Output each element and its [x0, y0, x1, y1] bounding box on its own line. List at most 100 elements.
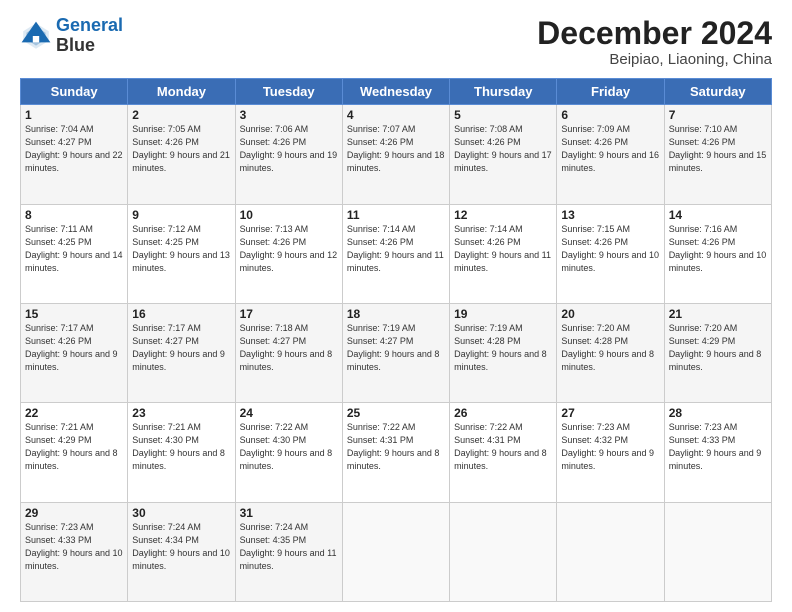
- day-number: 26: [454, 406, 552, 420]
- day-number: 5: [454, 108, 552, 122]
- day-info: Sunrise: 7:08 AMSunset: 4:26 PMDaylight:…: [454, 123, 552, 175]
- day-number: 24: [240, 406, 338, 420]
- calendar-cell: [342, 502, 449, 601]
- calendar-week-row: 15Sunrise: 7:17 AMSunset: 4:26 PMDayligh…: [21, 303, 772, 402]
- calendar-cell: 9Sunrise: 7:12 AMSunset: 4:25 PMDaylight…: [128, 204, 235, 303]
- page-subtitle: Beipiao, Liaoning, China: [537, 51, 772, 68]
- day-number: 14: [669, 208, 767, 222]
- calendar-cell: 29Sunrise: 7:23 AMSunset: 4:33 PMDayligh…: [21, 502, 128, 601]
- weekday-header: Sunday: [21, 79, 128, 105]
- day-info: Sunrise: 7:15 AMSunset: 4:26 PMDaylight:…: [561, 223, 659, 275]
- day-info: Sunrise: 7:16 AMSunset: 4:26 PMDaylight:…: [669, 223, 767, 275]
- calendar-header-row: SundayMondayTuesdayWednesdayThursdayFrid…: [21, 79, 772, 105]
- day-info: Sunrise: 7:19 AMSunset: 4:27 PMDaylight:…: [347, 322, 445, 374]
- calendar-cell: 30Sunrise: 7:24 AMSunset: 4:34 PMDayligh…: [128, 502, 235, 601]
- calendar-cell: 2Sunrise: 7:05 AMSunset: 4:26 PMDaylight…: [128, 105, 235, 204]
- day-info: Sunrise: 7:12 AMSunset: 4:25 PMDaylight:…: [132, 223, 230, 275]
- calendar-cell: 8Sunrise: 7:11 AMSunset: 4:25 PMDaylight…: [21, 204, 128, 303]
- page: General Blue December 2024 Beipiao, Liao…: [0, 0, 792, 612]
- calendar-cell: 28Sunrise: 7:23 AMSunset: 4:33 PMDayligh…: [664, 403, 771, 502]
- calendar-week-row: 8Sunrise: 7:11 AMSunset: 4:25 PMDaylight…: [21, 204, 772, 303]
- day-number: 7: [669, 108, 767, 122]
- page-title: December 2024: [537, 16, 772, 51]
- calendar-cell: 26Sunrise: 7:22 AMSunset: 4:31 PMDayligh…: [450, 403, 557, 502]
- weekday-header: Wednesday: [342, 79, 449, 105]
- calendar-week-row: 22Sunrise: 7:21 AMSunset: 4:29 PMDayligh…: [21, 403, 772, 502]
- day-number: 17: [240, 307, 338, 321]
- day-info: Sunrise: 7:11 AMSunset: 4:25 PMDaylight:…: [25, 223, 123, 275]
- calendar-cell: 11Sunrise: 7:14 AMSunset: 4:26 PMDayligh…: [342, 204, 449, 303]
- day-number: 1: [25, 108, 123, 122]
- day-info: Sunrise: 7:05 AMSunset: 4:26 PMDaylight:…: [132, 123, 230, 175]
- day-info: Sunrise: 7:23 AMSunset: 4:33 PMDaylight:…: [25, 521, 123, 573]
- calendar-cell: 10Sunrise: 7:13 AMSunset: 4:26 PMDayligh…: [235, 204, 342, 303]
- calendar-cell: 1Sunrise: 7:04 AMSunset: 4:27 PMDaylight…: [21, 105, 128, 204]
- calendar-cell: 12Sunrise: 7:14 AMSunset: 4:26 PMDayligh…: [450, 204, 557, 303]
- calendar-cell: 17Sunrise: 7:18 AMSunset: 4:27 PMDayligh…: [235, 303, 342, 402]
- day-number: 29: [25, 506, 123, 520]
- weekday-header: Friday: [557, 79, 664, 105]
- day-number: 22: [25, 406, 123, 420]
- day-number: 27: [561, 406, 659, 420]
- day-number: 19: [454, 307, 552, 321]
- weekday-header: Tuesday: [235, 79, 342, 105]
- day-info: Sunrise: 7:19 AMSunset: 4:28 PMDaylight:…: [454, 322, 552, 374]
- day-number: 4: [347, 108, 445, 122]
- day-number: 9: [132, 208, 230, 222]
- day-number: 20: [561, 307, 659, 321]
- logo-line2: Blue: [56, 36, 123, 56]
- calendar-cell: 5Sunrise: 7:08 AMSunset: 4:26 PMDaylight…: [450, 105, 557, 204]
- day-info: Sunrise: 7:09 AMSunset: 4:26 PMDaylight:…: [561, 123, 659, 175]
- day-info: Sunrise: 7:17 AMSunset: 4:27 PMDaylight:…: [132, 322, 230, 374]
- day-number: 28: [669, 406, 767, 420]
- day-info: Sunrise: 7:07 AMSunset: 4:26 PMDaylight:…: [347, 123, 445, 175]
- day-info: Sunrise: 7:21 AMSunset: 4:29 PMDaylight:…: [25, 421, 123, 473]
- weekday-header: Thursday: [450, 79, 557, 105]
- day-number: 18: [347, 307, 445, 321]
- day-info: Sunrise: 7:23 AMSunset: 4:33 PMDaylight:…: [669, 421, 767, 473]
- day-number: 25: [347, 406, 445, 420]
- day-info: Sunrise: 7:21 AMSunset: 4:30 PMDaylight:…: [132, 421, 230, 473]
- calendar-cell: [557, 502, 664, 601]
- day-info: Sunrise: 7:23 AMSunset: 4:32 PMDaylight:…: [561, 421, 659, 473]
- calendar-week-row: 29Sunrise: 7:23 AMSunset: 4:33 PMDayligh…: [21, 502, 772, 601]
- calendar-cell: 21Sunrise: 7:20 AMSunset: 4:29 PMDayligh…: [664, 303, 771, 402]
- day-info: Sunrise: 7:18 AMSunset: 4:27 PMDaylight:…: [240, 322, 338, 374]
- calendar-cell: 6Sunrise: 7:09 AMSunset: 4:26 PMDaylight…: [557, 105, 664, 204]
- calendar-table: SundayMondayTuesdayWednesdayThursdayFrid…: [20, 78, 772, 602]
- day-info: Sunrise: 7:04 AMSunset: 4:27 PMDaylight:…: [25, 123, 123, 175]
- day-info: Sunrise: 7:22 AMSunset: 4:31 PMDaylight:…: [347, 421, 445, 473]
- day-info: Sunrise: 7:14 AMSunset: 4:26 PMDaylight:…: [454, 223, 552, 275]
- calendar-cell: [450, 502, 557, 601]
- calendar-cell: 13Sunrise: 7:15 AMSunset: 4:26 PMDayligh…: [557, 204, 664, 303]
- day-info: Sunrise: 7:22 AMSunset: 4:30 PMDaylight:…: [240, 421, 338, 473]
- logo-text: General Blue: [56, 16, 123, 56]
- day-info: Sunrise: 7:13 AMSunset: 4:26 PMDaylight:…: [240, 223, 338, 275]
- day-info: Sunrise: 7:17 AMSunset: 4:26 PMDaylight:…: [25, 322, 123, 374]
- calendar-cell: 24Sunrise: 7:22 AMSunset: 4:30 PMDayligh…: [235, 403, 342, 502]
- day-info: Sunrise: 7:24 AMSunset: 4:35 PMDaylight:…: [240, 521, 338, 573]
- day-number: 10: [240, 208, 338, 222]
- day-info: Sunrise: 7:22 AMSunset: 4:31 PMDaylight:…: [454, 421, 552, 473]
- day-number: 12: [454, 208, 552, 222]
- calendar-cell: 20Sunrise: 7:20 AMSunset: 4:28 PMDayligh…: [557, 303, 664, 402]
- day-number: 13: [561, 208, 659, 222]
- day-info: Sunrise: 7:14 AMSunset: 4:26 PMDaylight:…: [347, 223, 445, 275]
- calendar-cell: 3Sunrise: 7:06 AMSunset: 4:26 PMDaylight…: [235, 105, 342, 204]
- calendar-cell: [664, 502, 771, 601]
- calendar-cell: 15Sunrise: 7:17 AMSunset: 4:26 PMDayligh…: [21, 303, 128, 402]
- day-number: 31: [240, 506, 338, 520]
- calendar-cell: 23Sunrise: 7:21 AMSunset: 4:30 PMDayligh…: [128, 403, 235, 502]
- weekday-header: Monday: [128, 79, 235, 105]
- calendar-cell: 4Sunrise: 7:07 AMSunset: 4:26 PMDaylight…: [342, 105, 449, 204]
- logo-icon: [20, 20, 52, 52]
- calendar-cell: 25Sunrise: 7:22 AMSunset: 4:31 PMDayligh…: [342, 403, 449, 502]
- day-number: 30: [132, 506, 230, 520]
- day-number: 2: [132, 108, 230, 122]
- day-number: 23: [132, 406, 230, 420]
- day-number: 16: [132, 307, 230, 321]
- calendar-cell: 16Sunrise: 7:17 AMSunset: 4:27 PMDayligh…: [128, 303, 235, 402]
- calendar-cell: 27Sunrise: 7:23 AMSunset: 4:32 PMDayligh…: [557, 403, 664, 502]
- header: General Blue December 2024 Beipiao, Liao…: [20, 16, 772, 68]
- calendar-cell: 7Sunrise: 7:10 AMSunset: 4:26 PMDaylight…: [664, 105, 771, 204]
